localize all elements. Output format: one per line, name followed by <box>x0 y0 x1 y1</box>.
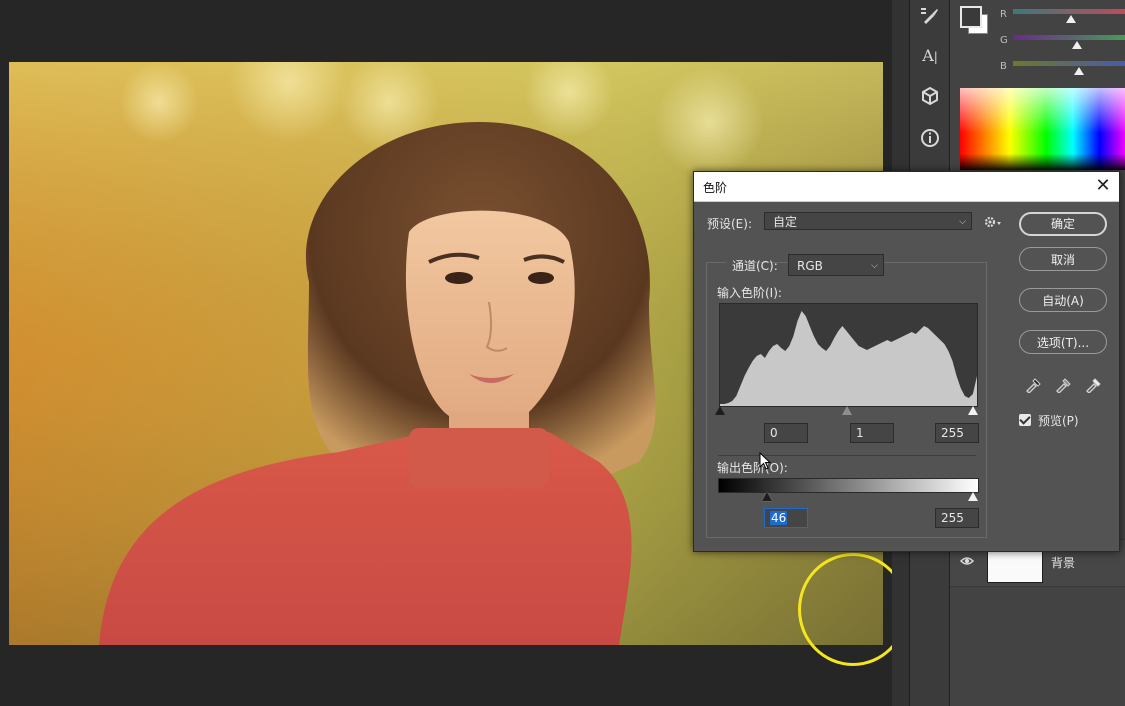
options-button[interactable]: 选项(T)... <box>1019 330 1107 354</box>
output-levels-label: 输出色阶(O): <box>717 461 788 475</box>
channel-legend: 通道(C): RGB ⌵ <box>726 252 884 280</box>
output-white-slider[interactable] <box>968 492 978 501</box>
output-black-field[interactable]: 46 <box>764 508 808 528</box>
dialog-titlebar[interactable]: 色阶 ✕ <box>694 172 1119 202</box>
g-label: G <box>1000 35 1008 46</box>
cancel-button[interactable]: 取消 <box>1019 247 1107 271</box>
b-slider-thumb[interactable] <box>1074 67 1084 75</box>
color-spectrum[interactable] <box>960 88 1125 170</box>
histogram-area <box>720 311 977 406</box>
r-label: R <box>1000 9 1007 20</box>
input-white-slider[interactable] <box>968 406 978 415</box>
chevron-down-icon: ⌵ <box>871 261 878 271</box>
histogram <box>719 303 978 407</box>
histogram-graph <box>720 311 977 406</box>
input-gamma-field[interactable]: 1 <box>850 423 894 443</box>
preset-label: 预设(E): <box>707 217 752 231</box>
ok-button[interactable]: 确定 <box>1019 212 1107 236</box>
input-white-field[interactable]: 255 <box>935 423 979 443</box>
b-label: B <box>1000 61 1007 72</box>
auto-button[interactable]: 自动(A) <box>1019 288 1107 312</box>
b-slider[interactable] <box>1013 61 1125 66</box>
chevron-down-icon: ⌵ <box>959 217 966 227</box>
output-gradient-bar <box>718 478 979 493</box>
output-black-slider[interactable] <box>762 492 772 501</box>
g-slider-thumb[interactable] <box>1072 41 1082 49</box>
input-black-slider[interactable] <box>715 406 725 415</box>
r-slider[interactable] <box>1013 9 1125 14</box>
input-gamma-slider[interactable] <box>842 406 852 415</box>
eye-icon[interactable] <box>960 554 974 568</box>
g-slider[interactable] <box>1013 35 1125 40</box>
output-black-value: 46 <box>770 511 788 525</box>
black-eyedropper-icon[interactable] <box>1024 375 1042 393</box>
dialog-title: 色阶 <box>703 181 728 195</box>
preset-options-gear-icon[interactable] <box>984 215 1002 229</box>
preview-checkbox[interactable] <box>1019 414 1031 426</box>
input-levels-label: 输入色阶(I): <box>717 286 782 300</box>
close-icon[interactable]: ✕ <box>1091 174 1115 198</box>
section-divider <box>718 455 976 456</box>
channel-value: RGB <box>797 259 823 273</box>
gray-eyedropper-icon[interactable] <box>1054 375 1072 393</box>
foreground-color-swatch[interactable] <box>960 6 982 28</box>
channel-label: 通道(C): <box>732 259 778 273</box>
mouse-cursor-icon <box>759 452 772 470</box>
character-icon[interactable]: A| <box>920 46 940 66</box>
layer-name: 背景 <box>1051 556 1076 570</box>
3d-cube-icon[interactable] <box>920 86 940 106</box>
brush-icon[interactable] <box>920 6 940 26</box>
info-icon[interactable] <box>920 128 940 148</box>
input-black-field[interactable]: 0 <box>764 423 808 443</box>
output-white-field[interactable]: 255 <box>935 508 979 528</box>
preview-label: 预览(P) <box>1038 414 1079 428</box>
levels-dialog: 色阶 ✕ 预设(E): 自定 ⌵ 通道(C): RGB ⌵ 输入色阶(I): 0… <box>693 171 1120 552</box>
channel-select[interactable]: RGB ⌵ <box>788 254 884 276</box>
white-eyedropper-icon[interactable] <box>1084 375 1102 393</box>
r-slider-thumb[interactable] <box>1066 15 1076 23</box>
preset-value: 自定 <box>773 215 798 229</box>
preset-select[interactable]: 自定 ⌵ <box>764 212 972 230</box>
